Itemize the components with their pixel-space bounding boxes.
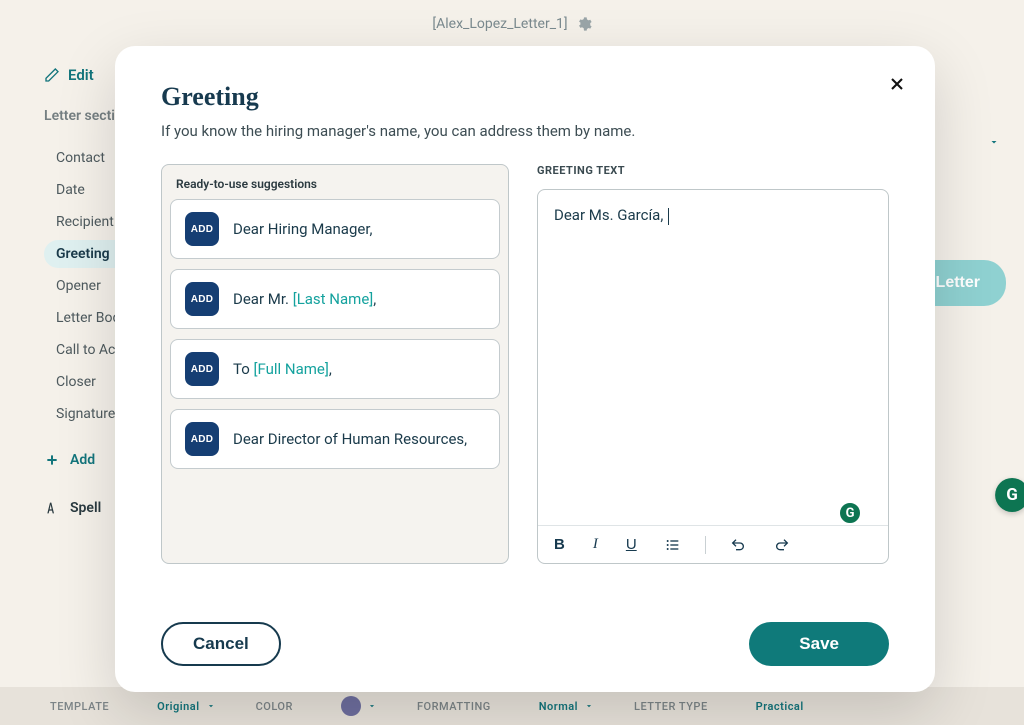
undo-button[interactable] — [726, 535, 750, 555]
suggestion-text: Dear Mr. [Last Name], — [233, 290, 376, 308]
undo-icon — [730, 537, 746, 553]
underline-button[interactable]: U — [622, 534, 641, 555]
grammarly-icon[interactable]: G — [838, 501, 862, 525]
add-suggestion-button[interactable]: ADD — [185, 212, 219, 246]
close-button[interactable] — [887, 74, 907, 97]
redo-button[interactable] — [770, 535, 794, 555]
modal-subtitle: If you know the hiring manager's name, y… — [161, 122, 889, 140]
suggestion-text: Dear Hiring Manager, — [233, 220, 372, 238]
grammarly-floating-icon[interactable]: G — [995, 478, 1024, 512]
bold-button[interactable]: B — [550, 534, 569, 555]
greeting-modal: Greeting If you know the hiring manager'… — [115, 46, 935, 692]
modal-title: Greeting — [161, 82, 889, 112]
bullet-list-icon — [665, 537, 681, 553]
modal-footer: Cancel Save — [161, 622, 889, 666]
greeting-text-pane: GREETING TEXT Dear Ms. García, G B I U — [537, 164, 889, 564]
greeting-text-label: GREETING TEXT — [537, 164, 889, 177]
modal-backdrop: Greeting If you know the hiring manager'… — [0, 0, 1024, 725]
suggestion-item[interactable]: ADD Dear Mr. [Last Name], — [170, 269, 500, 329]
suggestion-text: To [Full Name], — [233, 360, 332, 378]
suggestion-item[interactable]: ADD Dear Director of Human Resources, — [170, 409, 500, 469]
suggestion-item[interactable]: ADD Dear Hiring Manager, — [170, 199, 500, 259]
add-suggestion-button[interactable]: ADD — [185, 352, 219, 386]
save-button[interactable]: Save — [749, 622, 889, 666]
italic-button[interactable]: I — [589, 534, 602, 555]
add-suggestion-button[interactable]: ADD — [185, 422, 219, 456]
toolbar-separator — [705, 536, 706, 554]
redo-icon — [774, 537, 790, 553]
bullet-list-button[interactable] — [661, 535, 685, 555]
cancel-button[interactable]: Cancel — [161, 622, 281, 666]
suggestions-header: Ready-to-use suggestions — [162, 165, 508, 199]
greeting-text-input[interactable]: Dear Ms. García, — [538, 190, 888, 525]
greeting-text-box: Dear Ms. García, G B I U — [537, 189, 889, 564]
close-icon — [887, 74, 907, 94]
suggestion-item[interactable]: ADD To [Full Name], — [170, 339, 500, 399]
text-toolbar: B I U — [538, 525, 888, 563]
add-suggestion-button[interactable]: ADD — [185, 282, 219, 316]
suggestion-text: Dear Director of Human Resources, — [233, 430, 467, 448]
suggestions-pane: Ready-to-use suggestions ADD Dear Hiring… — [161, 164, 509, 564]
